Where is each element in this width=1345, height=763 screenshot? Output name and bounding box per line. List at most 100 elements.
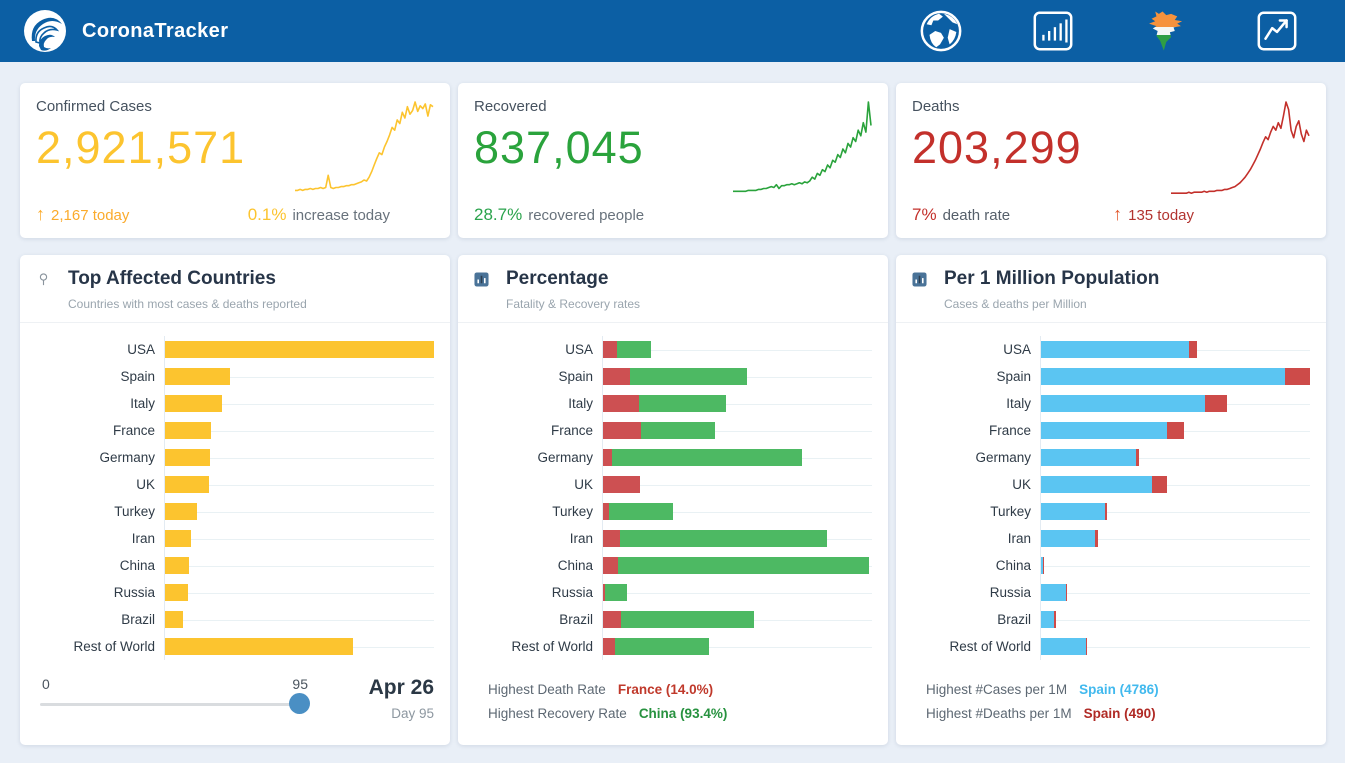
bar-row: USA [36,336,434,363]
percentage-card: Percentage Fatality & Recovery rates USA… [458,255,888,745]
bar-row: France [36,417,434,444]
country-label: China [474,558,602,573]
india-map-icon[interactable] [1141,7,1189,55]
pin-icon [36,272,68,287]
country-label: Brazil [912,612,1040,627]
top-navbar: CoronaTracker [0,0,1345,62]
bar-segment [603,422,641,439]
chart-title: Top Affected Countries [68,268,434,290]
bar-segment [1205,395,1227,412]
bar-row: Brazil [912,606,1310,633]
slider-handle[interactable] [289,693,310,714]
country-label: Brazil [474,612,602,627]
bar-row: Iran [912,525,1310,552]
bar-segment [165,557,189,574]
stats-row: Confirmed Cases 2,921,571 ↑2,167 today 0… [20,83,1326,238]
country-label: Spain [912,369,1040,384]
percentage-stacked-bar-chart: USASpainItalyFranceGermanyUKTurkeyIranCh… [458,323,888,660]
bar-row: Rest of World [36,633,434,660]
bar-row: Iran [36,525,434,552]
country-label: UK [474,477,602,492]
bar-segment [165,422,211,439]
bar-segment [1086,638,1087,655]
bar-segment [612,449,802,466]
bar-row: Brazil [474,606,872,633]
trend-icon[interactable] [1253,7,1301,55]
bar-segment [618,557,869,574]
bar-segment [1152,476,1167,493]
country-label: USA [912,342,1040,357]
bar-segment [1041,341,1189,358]
globe-icon[interactable] [917,7,965,55]
bar-row: France [474,417,872,444]
recovered-caption: recovered people [528,207,644,224]
selected-day: Day 95 [330,706,434,721]
per-million-card: Per 1 Million Population Cases & deaths … [896,255,1326,745]
bar-segment [165,611,183,628]
bar-chart-icon [474,272,506,287]
death-rate-caption: death rate [943,207,1011,224]
up-arrow-icon: ↑ [36,204,45,224]
bar-row: UK [474,471,872,498]
highest-recovery-rate-row: Highest Recovery Rate China (93.4%) [488,706,872,721]
bar-segment [603,476,640,493]
country-label: France [36,423,164,438]
country-label: Rest of World [912,639,1040,654]
bar-segment [1041,638,1086,655]
bar-segment [603,368,630,385]
bar-segment [1041,503,1105,520]
deaths-today: 135 today [1128,207,1194,224]
bar-row: Germany [474,444,872,471]
country-label: Rest of World [474,639,602,654]
bar-segment [1041,422,1167,439]
top-affected-countries-card: Top Affected Countries Countries with mo… [20,255,450,745]
bar-segment [1285,368,1310,385]
bar-segment [1041,476,1152,493]
bar-segment [1189,341,1197,358]
country-label: Spain [474,369,602,384]
bar-segment [1095,530,1098,547]
chart-title: Percentage [506,268,872,290]
country-label: Iran [474,531,602,546]
country-label: Italy [912,396,1040,411]
slider-min-label: 0 [42,676,50,692]
recovered-percent: 28.7% [474,205,522,224]
bar-segment [615,638,709,655]
deaths-card: Deaths 203,299 7%death rate ↑135 today [896,83,1326,238]
slider-track[interactable] [40,703,300,706]
bar-row: Rest of World [912,633,1310,660]
country-label: USA [36,342,164,357]
highest-cases-per-1m-value: Spain (4786) [1079,682,1159,697]
bar-row: Turkey [912,498,1310,525]
bar-segment [603,395,639,412]
chart-subtitle: Countries with most cases & deaths repor… [68,297,434,311]
bar-segment [165,395,222,412]
bar-row: Iran [474,525,872,552]
coronatracker-logo-icon[interactable] [22,8,68,54]
bar-segment [609,503,674,520]
country-label: UK [912,477,1040,492]
bar-chart-icon[interactable] [1029,7,1077,55]
bar-row: Spain [912,363,1310,390]
country-label: UK [36,477,164,492]
bar-row: China [912,552,1310,579]
country-label: France [912,423,1040,438]
bar-segment [165,584,188,601]
bar-row: Germany [912,444,1310,471]
increase-caption: increase today [292,207,390,224]
bar-segment [165,341,434,358]
country-label: USA [474,342,602,357]
country-label: Iran [912,531,1040,546]
bar-segment [1105,503,1107,520]
country-label: Iran [36,531,164,546]
bar-row: China [36,552,434,579]
bar-chart-icon [912,272,944,287]
highest-cases-per-1m-row: Highest #Cases per 1M Spain (4786) [926,682,1310,697]
bar-segment [165,503,197,520]
bar-segment [1041,611,1054,628]
bar-segment [1041,530,1095,547]
bar-row: Russia [36,579,434,606]
confirmed-sparkline [294,97,434,199]
bar-row: Russia [912,579,1310,606]
country-label: Germany [474,450,602,465]
